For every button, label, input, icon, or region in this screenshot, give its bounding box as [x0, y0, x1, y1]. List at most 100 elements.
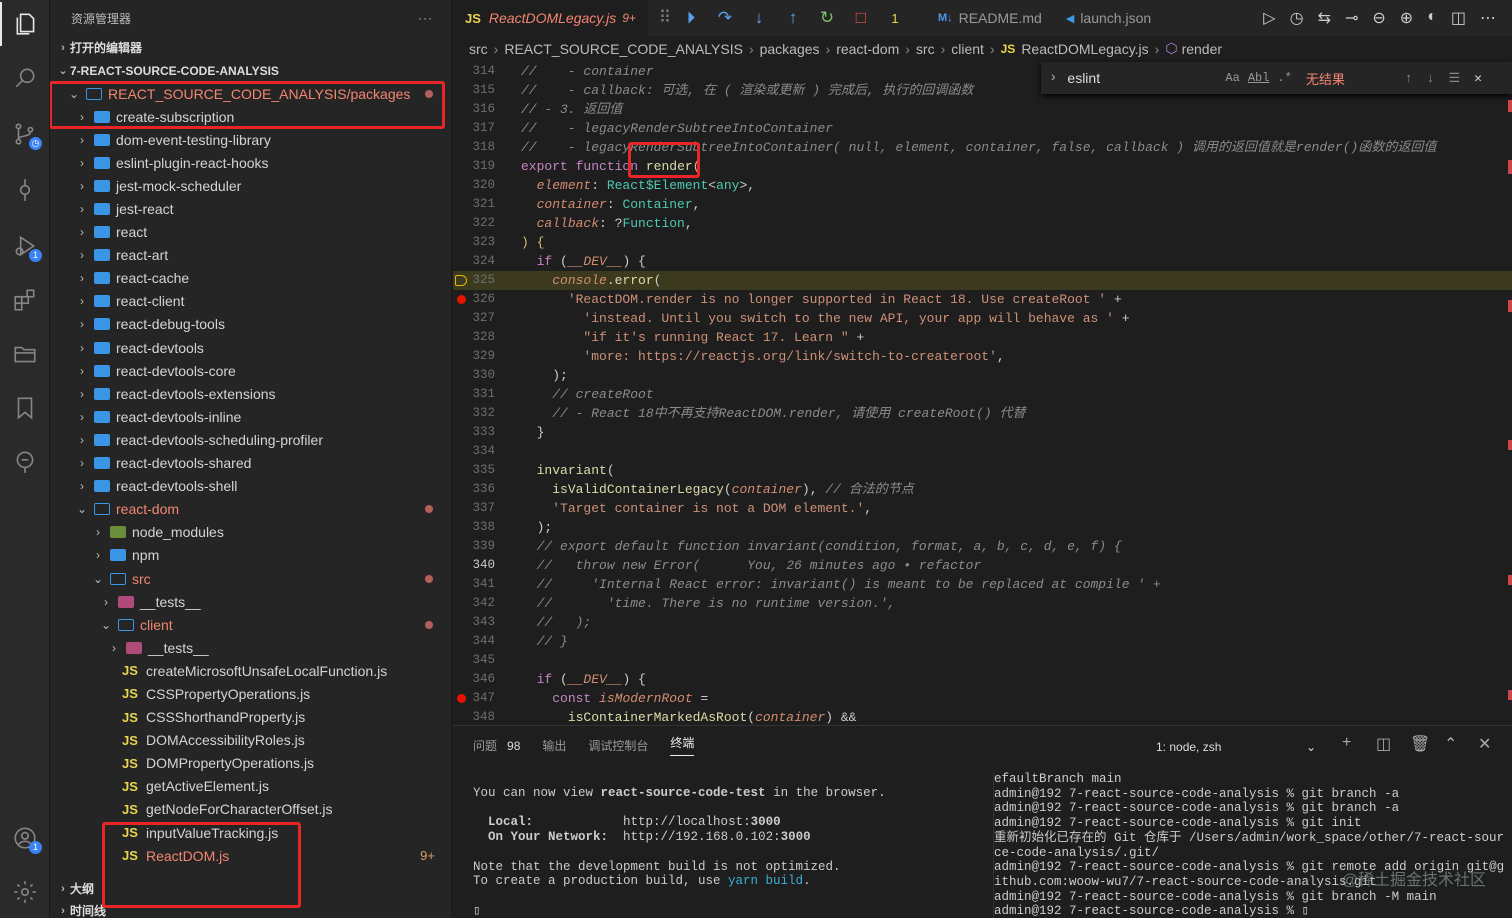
code-line[interactable]: 333 } [453, 423, 1512, 442]
folder-item[interactable]: › react-cache [50, 267, 451, 290]
code-line[interactable]: 335 invariant( [453, 461, 1512, 480]
folder-item[interactable]: › create-subscription [50, 105, 451, 128]
workspace-root-section[interactable]: ⌄ 7-REACT-SOURCE-CODE-ANALYSIS [50, 59, 451, 82]
account-icon[interactable]: 1 [0, 816, 50, 860]
gitlens-icon[interactable] [0, 440, 50, 484]
run-debug-icon[interactable]: 1 [0, 224, 50, 268]
history-icon[interactable]: ◷ [1290, 8, 1304, 28]
folder-item[interactable]: › jest-mock-scheduler [50, 174, 451, 197]
split-editor-icon[interactable]: ◫ [1451, 8, 1466, 28]
tab-problems[interactable]: 问题 98 [473, 737, 520, 754]
code-line[interactable]: 317 // - legacyRenderSubtreeIntoContainer [453, 119, 1512, 138]
breadcrumb-item[interactable]: render [1182, 41, 1222, 57]
file-item[interactable]: JS getNodeForCharacterOffset.js [50, 798, 451, 821]
code-line[interactable]: 345 [453, 651, 1512, 670]
git-commit-icon[interactable]: ⊸ [1345, 8, 1358, 28]
folder-item[interactable]: › react-debug-tools [50, 313, 451, 336]
code-line[interactable]: 324 if (__DEV__) { [453, 252, 1512, 271]
folder-icon[interactable] [0, 332, 50, 376]
previous-match-icon[interactable]: ↑ [1405, 71, 1413, 86]
next-match-icon[interactable]: ↓ [1427, 71, 1435, 86]
code-line[interactable]: 334 [453, 442, 1512, 461]
folder-item[interactable]: › react-devtools-core [50, 359, 451, 382]
run-icon[interactable]: ▷ [1263, 8, 1275, 28]
code-line[interactable]: 331 // createRoot [453, 385, 1512, 404]
file-item[interactable]: JS DOMPropertyOperations.js [50, 752, 451, 775]
file-item[interactable]: JS DOMAccessibilityRoles.js [50, 729, 451, 752]
terminal-output-left[interactable]: You can now view react-source-code-test … [473, 786, 963, 918]
file-item[interactable]: JS CSSShorthandProperty.js [50, 706, 451, 729]
breadcrumb-item[interactable]: ReactDOMLegacy.js [1021, 41, 1148, 57]
folder-item[interactable]: ⌄ REACT_SOURCE_CODE_ANALYSIS/packages [50, 82, 451, 105]
terminal-select[interactable]: 1: node, zsh ⌄ [1150, 736, 1322, 758]
kill-terminal-icon[interactable]: 🗑 [1410, 734, 1430, 754]
breadcrumb-item[interactable]: src [469, 41, 488, 57]
folder-item[interactable]: › dom-event-testing-library [50, 128, 451, 151]
breadcrumb-item[interactable]: REACT_SOURCE_CODE_ANALYSIS [504, 41, 743, 57]
source-control-icon[interactable]: ◷ [0, 112, 50, 156]
code-line[interactable]: 319 export function render( [453, 157, 1512, 176]
code-line[interactable]: 327 'instead. Until you switch to the ne… [453, 309, 1512, 328]
file-item[interactable]: JS CSSPropertyOperations.js [50, 682, 451, 705]
tab-terminal[interactable]: 终端 [670, 734, 695, 756]
folder-item[interactable]: › npm [50, 544, 451, 567]
folder-item[interactable]: › react-art [50, 244, 451, 267]
tab-readme[interactable]: M↓ README.md [926, 0, 1054, 36]
folder-item[interactable]: › react-devtools [50, 336, 451, 359]
next-change-icon[interactable]: ⊕ [1400, 8, 1413, 28]
folder-item[interactable]: ⌄ react-dom [50, 498, 451, 521]
code-line[interactable]: 340 // throw new Error( You, 26 minutes … [453, 556, 1512, 575]
outline-section[interactable]: › 大纲 [50, 877, 94, 900]
folder-item[interactable]: › __tests__ [50, 636, 451, 659]
bookmark-icon[interactable] [0, 386, 50, 430]
prev-change-icon[interactable]: ⊖ [1372, 8, 1385, 28]
file-item[interactable]: JS getActiveElement.js [50, 775, 451, 798]
open-editors-section[interactable]: › 打开的编辑器 [50, 36, 451, 59]
timeline-icon[interactable] [0, 168, 50, 212]
code-line[interactable]: 329 'more: https://reactjs.org/link/swit… [453, 347, 1512, 366]
folder-item[interactable]: › react [50, 221, 451, 244]
tab-reactdomlegacy[interactable]: JS ReactDOMLegacy.js 9+ [453, 0, 648, 36]
toggle-replace-icon[interactable]: › [1049, 70, 1057, 86]
step-over-icon[interactable]: ↷ [708, 8, 742, 28]
code-line[interactable]: 338 ); [453, 518, 1512, 537]
code-line[interactable]: 325 console.error( [453, 271, 1512, 290]
code-line[interactable]: 321 container: Container, [453, 195, 1512, 214]
code-line[interactable]: 323) { [453, 233, 1512, 252]
code-editor[interactable]: 314 // - container 315 // - callback: 可选, 在… [453, 62, 1512, 725]
code-line[interactable]: 320 element: React$Element<any>, [453, 176, 1512, 195]
code-line[interactable]: 344 // } [453, 632, 1512, 651]
restart-icon[interactable]: ↻ [810, 8, 844, 28]
tab-output[interactable]: 输出 [542, 737, 566, 754]
settings-gear-icon[interactable] [0, 870, 50, 914]
match-case-toggle[interactable]: Aa [1225, 71, 1239, 85]
folder-item[interactable]: › react-devtools-scheduling-profiler [50, 428, 451, 451]
code-line[interactable]: 341 // 'Internal React error: invariant(… [453, 575, 1512, 594]
folder-item[interactable]: › node_modules [50, 521, 451, 544]
code-line[interactable]: 322 callback: ?Function, [453, 214, 1512, 233]
terminal-output-right[interactable]: efaultBranch main admin@192 7-react-sourc… [993, 772, 1508, 918]
blame-icon[interactable]: ◐ [1427, 8, 1437, 28]
code-line[interactable]: 332 // - React 18中不再支持ReactDOM.render, 请… [453, 404, 1512, 423]
folder-item[interactable]: › react-devtools-extensions [50, 382, 451, 405]
code-line[interactable]: 343 // ); [453, 613, 1512, 632]
file-item[interactable]: JS ReactDOM.js 9+ [50, 844, 451, 867]
breadcrumb-item[interactable]: client [951, 41, 984, 57]
folder-item[interactable]: › react-devtools-shell [50, 475, 451, 498]
search-icon[interactable] [0, 56, 50, 100]
explorer-icon[interactable] [0, 2, 50, 46]
close-panel-icon[interactable]: ✕ [1478, 734, 1491, 754]
regex-toggle[interactable]: .* [1277, 71, 1291, 85]
code-line[interactable]: 346 if (__DEV__) { [453, 670, 1512, 689]
code-line[interactable]: 326 'ReactDOM.render is no longer suppor… [453, 290, 1512, 309]
code-line[interactable]: 337 'Target container is not a DOM eleme… [453, 499, 1512, 518]
find-input[interactable] [1067, 70, 1218, 86]
close-find-icon[interactable]: ✕ [1474, 71, 1482, 86]
drag-handle-icon[interactable]: ⠿ [656, 8, 674, 28]
continue-icon[interactable]: ⏵ [674, 8, 708, 28]
code-line[interactable]: 339 // export default function invariant… [453, 537, 1512, 556]
new-terminal-icon[interactable]: + [1342, 734, 1351, 752]
file-item[interactable]: JS createMicrosoftUnsafeLocalFunction.js [50, 659, 451, 682]
folder-item[interactable]: ⌄ client [50, 613, 451, 636]
folder-item[interactable]: › react-devtools-inline [50, 405, 451, 428]
